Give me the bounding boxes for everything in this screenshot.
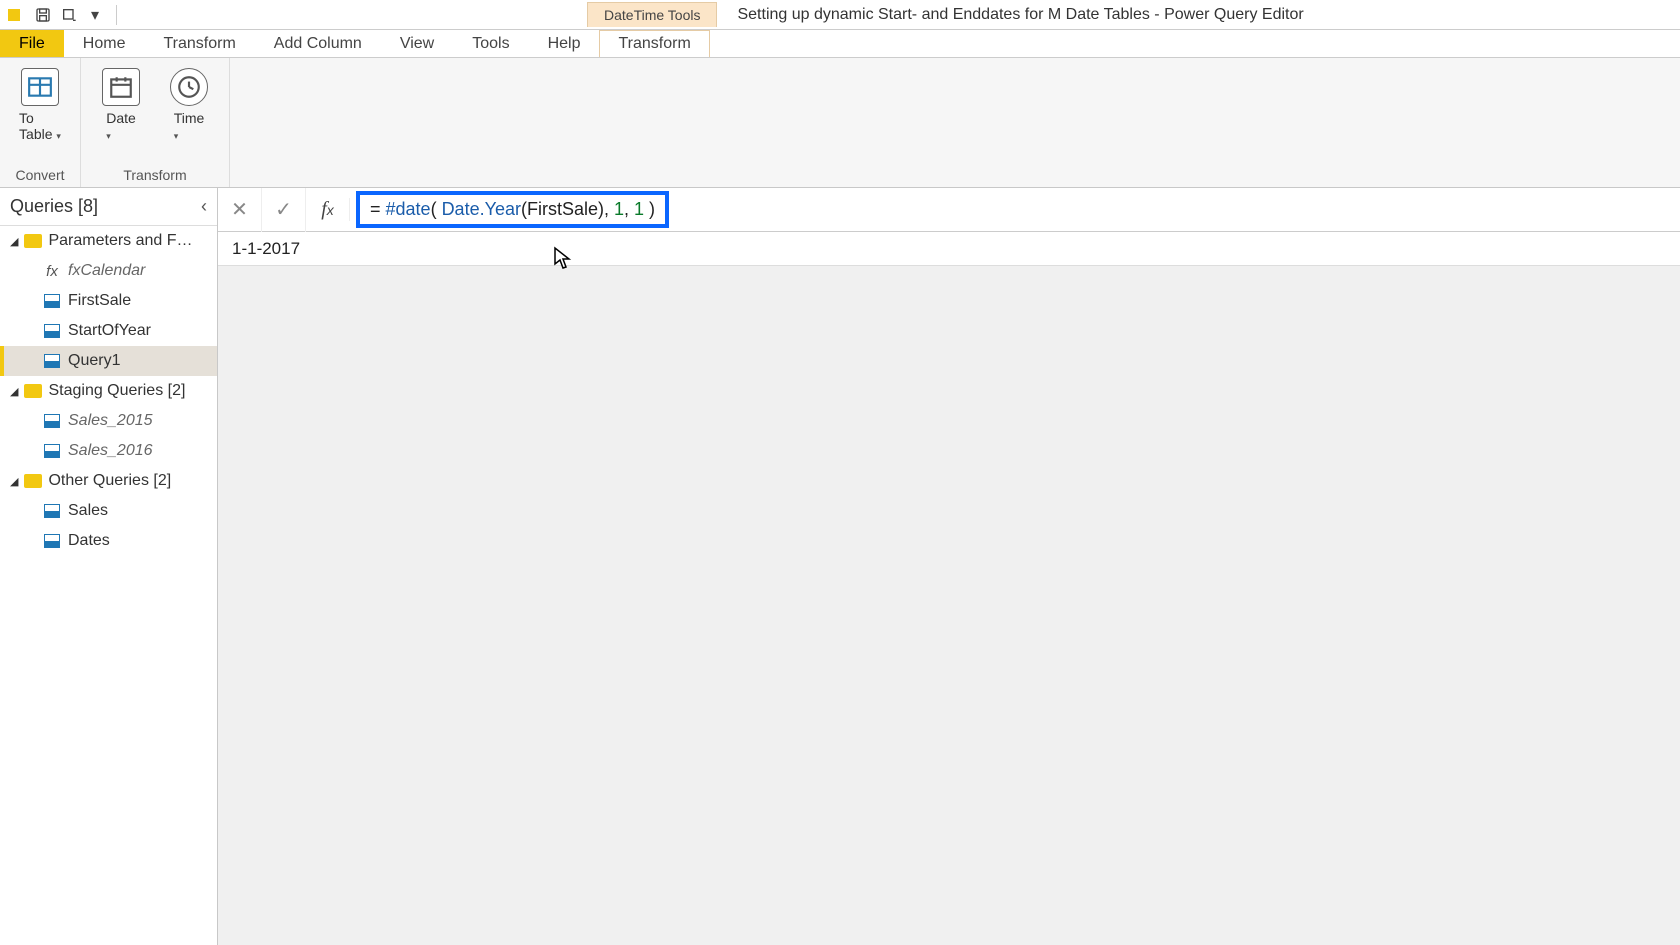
tab-transform[interactable]: Transform: [144, 30, 254, 57]
query-firstsale[interactable]: FirstSale: [0, 286, 217, 316]
to-table-button[interactable]: ToTable ▾: [12, 64, 68, 142]
tab-file[interactable]: File: [0, 30, 64, 57]
collapse-icon[interactable]: ‹: [201, 196, 207, 217]
result-value: 1-1-2017: [218, 232, 1680, 266]
tab-tools[interactable]: Tools: [453, 30, 528, 57]
tab-add-column[interactable]: Add Column: [255, 30, 381, 57]
table-icon: [44, 414, 60, 428]
query-name: fxCalendar: [68, 262, 145, 280]
query-name: StartOfYear: [68, 322, 151, 340]
chevron-down-icon: ◢: [10, 475, 18, 488]
queries-tree: ◢ Parameters and Fu... fx fxCalendar Fir…: [0, 226, 217, 556]
clock-icon: [170, 68, 208, 106]
folder-icon: [24, 384, 42, 398]
formula-text: = #date( Date.Year(FirstSale), 1, 1 ): [370, 199, 655, 219]
group-staging[interactable]: ◢ Staging Queries [2]: [0, 376, 217, 406]
group-label: Parameters and Fu...: [48, 232, 198, 250]
close-icon: ✕: [231, 197, 248, 222]
tab-help[interactable]: Help: [529, 30, 600, 57]
query-startofyear[interactable]: StartOfYear: [0, 316, 217, 346]
table-icon: [44, 534, 60, 548]
undo-icon[interactable]: [60, 6, 78, 24]
table-icon: [44, 294, 60, 308]
folder-icon: [24, 474, 42, 488]
query-name: Sales: [68, 502, 108, 520]
group-label: Other Queries [2]: [48, 472, 171, 490]
mouse-cursor-icon: [553, 246, 573, 270]
time-label: Time: [174, 110, 205, 126]
formula-bar: ✕ ✓ fx = #date( Date.Year(FirstSale), 1,…: [218, 188, 1680, 232]
fx-icon: fx: [306, 198, 350, 221]
ribbon-group-convert: ToTable ▾ Convert: [0, 58, 81, 187]
table-icon: [44, 324, 60, 338]
separator: [116, 5, 117, 25]
query-name: Sales_2015: [68, 412, 153, 430]
quick-access-toolbar: ▾: [28, 5, 127, 25]
query-fxcalendar[interactable]: fx fxCalendar: [0, 256, 217, 286]
save-icon[interactable]: [34, 6, 52, 24]
queries-title: Queries [8]: [10, 196, 98, 217]
table-icon: [44, 354, 60, 368]
main-area: Queries [8] ‹ ◢ Parameters and Fu... fx …: [0, 188, 1680, 945]
ribbon-group-transform: Date▾ Time▾ Transform: [81, 58, 230, 187]
folder-icon: [24, 234, 42, 248]
query-sales[interactable]: Sales: [0, 496, 217, 526]
group-other[interactable]: ◢ Other Queries [2]: [0, 466, 217, 496]
query-dates[interactable]: Dates: [0, 526, 217, 556]
group-label-transform: Transform: [123, 167, 186, 185]
content-area: ✕ ✓ fx = #date( Date.Year(FirstSale), 1,…: [218, 188, 1680, 945]
date-label: Date: [106, 110, 136, 126]
cancel-formula-button[interactable]: ✕: [218, 188, 262, 232]
ribbon-body: ToTable ▾ Convert Date▾ Time▾ Transform: [0, 58, 1680, 188]
fx-icon: fx: [44, 263, 60, 280]
group-label: Staging Queries [2]: [48, 382, 185, 400]
group-parameters[interactable]: ◢ Parameters and Fu...: [0, 226, 217, 256]
title-bar: ▾ DateTime Tools Setting up dynamic Star…: [0, 0, 1680, 30]
query-name: Dates: [68, 532, 110, 550]
queries-header: Queries [8] ‹: [0, 188, 217, 226]
to-table-label: ToTable ▾: [19, 110, 61, 142]
table-icon: [44, 504, 60, 518]
query-sales-2016[interactable]: Sales_2016: [0, 436, 217, 466]
context-tool-tab: DateTime Tools: [587, 2, 717, 27]
query-sales-2015[interactable]: Sales_2015: [0, 406, 217, 436]
chevron-down-icon: ◢: [10, 235, 18, 248]
query-name: FirstSale: [68, 292, 131, 310]
query-name: Query1: [68, 352, 120, 370]
tab-view[interactable]: View: [381, 30, 453, 57]
query-name: Sales_2016: [68, 442, 153, 460]
calendar-icon: [102, 68, 140, 106]
queries-pane: Queries [8] ‹ ◢ Parameters and Fu... fx …: [0, 188, 218, 945]
app-icon: [8, 9, 20, 21]
query-query1[interactable]: Query1: [0, 346, 217, 376]
date-button[interactable]: Date▾: [93, 64, 149, 142]
qat-dropdown-icon[interactable]: ▾: [86, 6, 104, 24]
window-title: Setting up dynamic Start- and Enddates f…: [737, 6, 1303, 24]
ribbon-tabs: File Home Transform Add Column View Tool…: [0, 30, 1680, 58]
tab-home[interactable]: Home: [64, 30, 145, 57]
table-icon: [44, 444, 60, 458]
formula-input[interactable]: = #date( Date.Year(FirstSale), 1, 1 ): [356, 191, 669, 228]
table-icon: [21, 68, 59, 106]
group-label-convert: Convert: [15, 167, 64, 185]
tab-transform-context[interactable]: Transform: [599, 30, 709, 57]
accept-formula-button[interactable]: ✓: [262, 188, 306, 232]
check-icon: ✓: [275, 197, 292, 222]
chevron-down-icon: ◢: [10, 385, 18, 398]
time-button[interactable]: Time▾: [161, 64, 217, 142]
